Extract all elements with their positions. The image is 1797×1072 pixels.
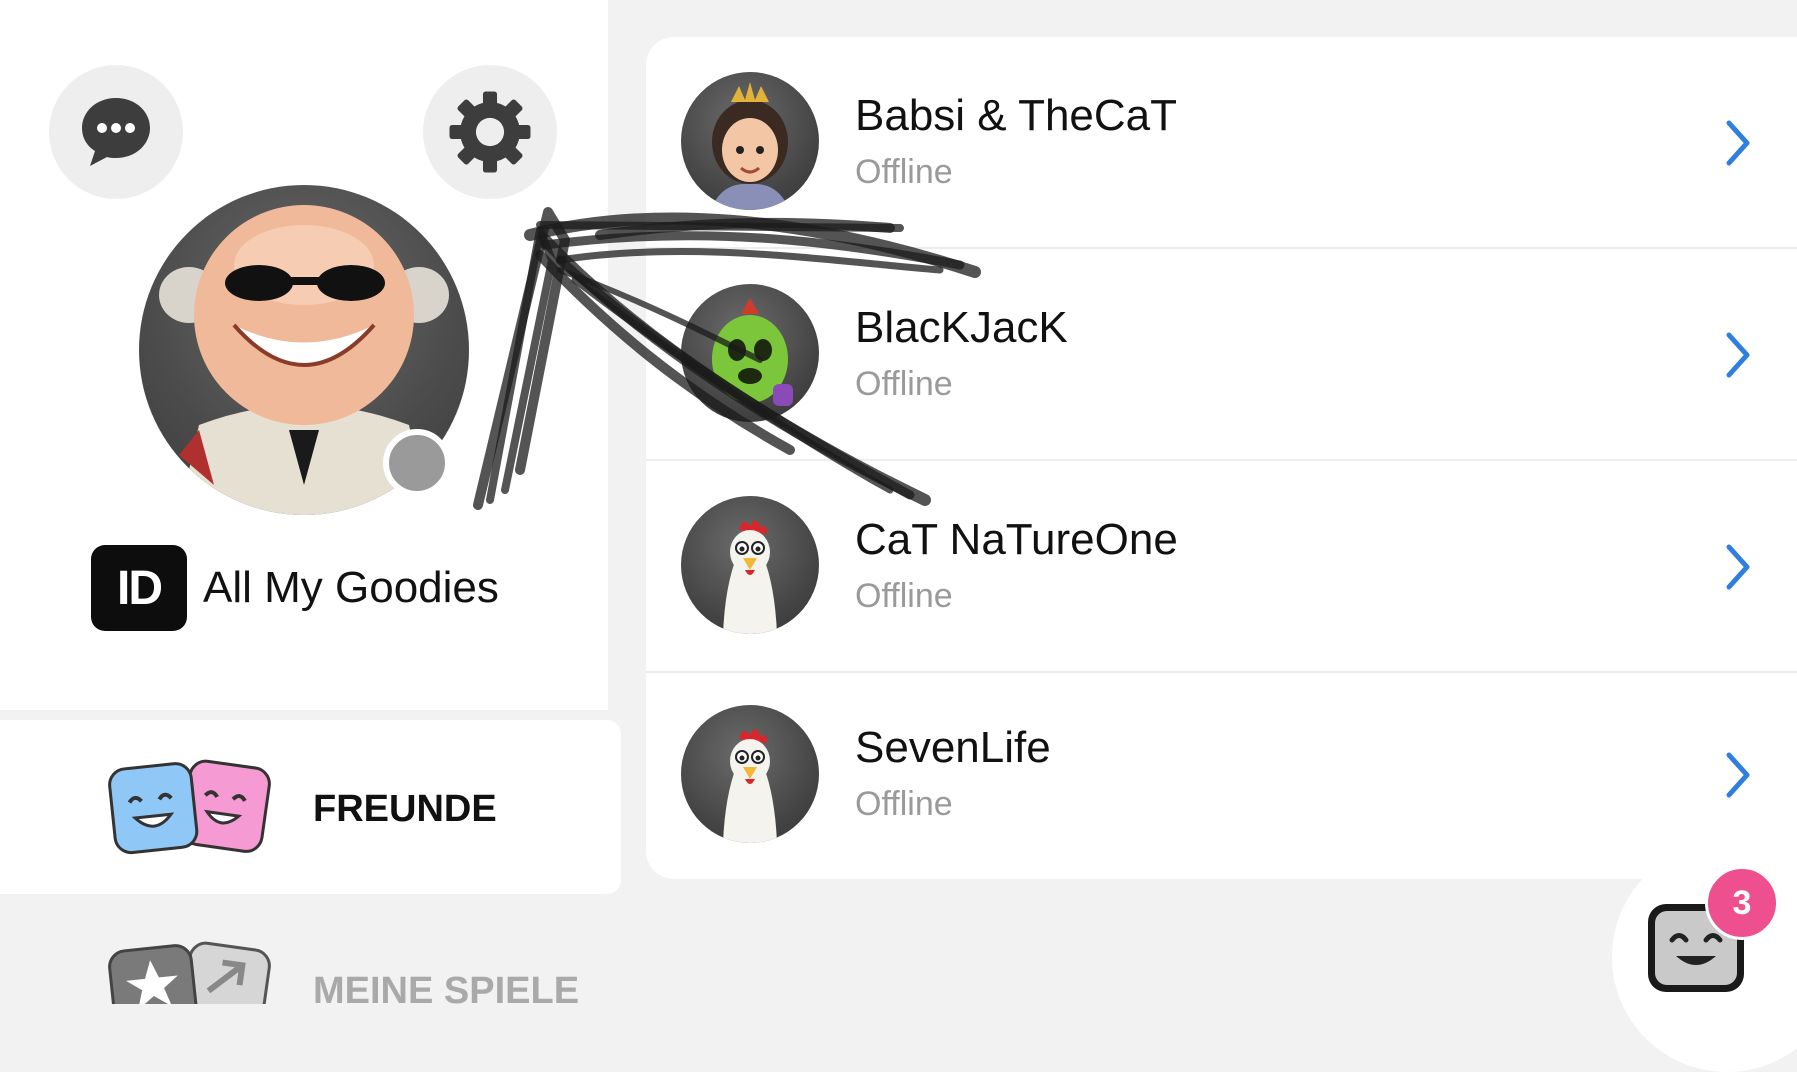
- princess-avatar-icon: [681, 72, 819, 210]
- status-indicator: [383, 429, 451, 497]
- friend-name: CaT NaTureOne: [855, 515, 1178, 564]
- friend-status: Offline: [855, 785, 953, 823]
- friend-name: SevenLife: [855, 723, 1051, 772]
- chevron-right-icon[interactable]: [1713, 539, 1763, 595]
- friend-name: BlacKJacK: [855, 303, 1068, 352]
- friend-row[interactable]: CaT NaTureOne Offline: [646, 461, 1797, 673]
- friends-list: Babsi & TheCaT Offline BlacKJacK Offline: [646, 37, 1797, 879]
- id-badge: ID: [91, 545, 187, 631]
- friend-status: Offline: [855, 365, 953, 403]
- chicken-avatar-icon: [681, 705, 819, 843]
- nav-games-label[interactable]: MEINE SPIELE: [313, 970, 579, 1013]
- nav-friends-label: FREUNDE: [313, 788, 497, 830]
- cactus-avatar-icon: [681, 284, 819, 422]
- settings-button[interactable]: [423, 65, 557, 199]
- friend-name: Babsi & TheCaT: [855, 91, 1178, 140]
- gear-icon: [449, 91, 531, 173]
- messages-button[interactable]: [49, 65, 183, 199]
- chevron-right-icon[interactable]: [1713, 115, 1763, 171]
- profile-name[interactable]: All My Goodies: [203, 563, 499, 613]
- friend-status: Offline: [855, 577, 953, 615]
- chevron-right-icon[interactable]: [1713, 327, 1763, 383]
- chat-bubble-icon: [82, 98, 150, 166]
- chicken-avatar-icon: [681, 496, 819, 634]
- games-icon: [108, 941, 271, 1004]
- friend-row[interactable]: BlacKJacK Offline: [646, 249, 1797, 461]
- friends-icon: [108, 759, 271, 855]
- nav-item-friends[interactable]: [0, 720, 621, 894]
- friend-status: Offline: [855, 153, 953, 191]
- friend-row[interactable]: Babsi & TheCaT Offline: [646, 37, 1797, 249]
- chevron-right-icon[interactable]: [1713, 747, 1763, 803]
- friend-row[interactable]: SevenLife Offline: [646, 673, 1797, 879]
- notification-badge: 3: [1705, 866, 1779, 940]
